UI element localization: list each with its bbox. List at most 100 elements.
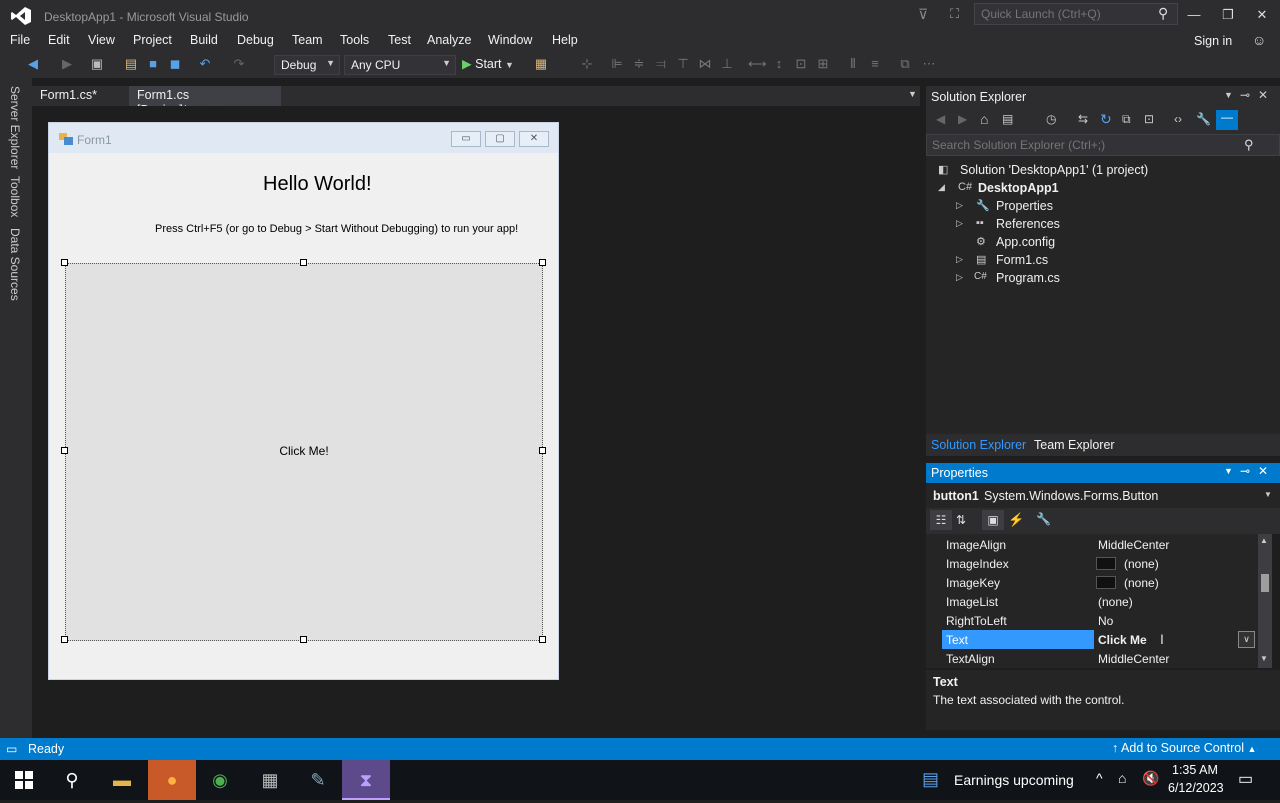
size-to-grid-icon[interactable]: ⊡ [792,56,810,72]
clock-date[interactable]: 6/12/2023 [1168,781,1224,795]
align-lefts-icon[interactable]: ⊫ [608,56,626,72]
menu-test[interactable]: Test [388,33,411,47]
dropdown-button[interactable]: ∨ [1238,631,1255,648]
firefox-icon[interactable]: ● [148,760,196,800]
notifications-icon[interactable]: ▭ [1238,769,1253,789]
tree-item-form1-cs[interactable]: ▷ ▤ Form1.cs [926,251,1280,269]
open-file-icon[interactable]: ▤ [122,56,140,72]
property-grid-scrollbar[interactable]: ▲ ▼ [1258,534,1272,668]
property-row-imageindex[interactable]: ImageIndex (none) [926,554,1260,573]
chrome-icon[interactable]: ◉ [196,760,244,800]
tab-team-explorer[interactable]: Team Explorer [1034,438,1115,452]
property-value-editor[interactable]: Click Me [1098,633,1147,647]
clock-time[interactable]: 1:35 AM [1172,763,1218,777]
alphabetical-icon[interactable]: ⇅ [956,513,966,527]
menu-analyze[interactable]: Analyze [427,33,471,47]
align-tops-icon[interactable]: ⊤ [674,56,692,72]
resize-handle-bottom-left[interactable] [61,636,68,643]
menu-help[interactable]: Help [552,33,578,47]
data-sources-tab[interactable]: Data Sources [8,228,22,301]
restore-button[interactable]: ❐ [1214,4,1242,26]
navigate-forward-icon[interactable]: ▶ [58,56,76,72]
window-menu-icon[interactable]: ▼ [1224,90,1233,100]
expand-arrow-icon[interactable]: ▷ [956,218,963,229]
toolbox-tab[interactable]: Toolbox [8,176,22,217]
server-explorer-tab[interactable]: Server Explorer [8,86,22,169]
menu-edit[interactable]: Edit [48,33,70,47]
align-bottoms-icon[interactable]: ⊥ [718,56,736,72]
menu-debug[interactable]: Debug [237,33,274,47]
volume-icon[interactable]: 🔇 [1142,770,1159,787]
add-to-source-control-button[interactable]: ↑ Add to Source Control ▲ [1112,741,1256,755]
resize-handle-bottom[interactable] [300,636,307,643]
close-button[interactable]: ✕ [1248,4,1276,26]
tab-overflow-icon[interactable]: ▼ [908,89,917,99]
visual-studio-taskbar-icon[interactable]: ⧗ [342,760,390,800]
redo-icon[interactable]: ↷ [230,56,248,72]
start-debugging-button[interactable]: ▶ Start ▼ [462,56,514,71]
window-menu-icon[interactable]: ▼ [1224,466,1233,476]
scroll-down-icon[interactable]: ▼ [1260,654,1268,663]
align-centers-icon[interactable]: ≑ [630,56,648,72]
collapse-arrow-icon[interactable]: ◢ [938,182,945,193]
view-code-icon[interactable]: ‹› [1174,112,1182,126]
property-row-imagekey[interactable]: ImageKey (none) [926,573,1260,592]
toolbar-options-icon[interactable]: ⋯ [920,56,938,72]
paint-icon[interactable]: ✎ [294,760,342,800]
property-row-righttoleft[interactable]: RightToLeft No [926,611,1260,630]
home-icon[interactable]: ⌂ [980,111,988,127]
tree-item-references[interactable]: ▷ ▪▪ References [926,215,1280,233]
refresh-icon[interactable]: ↻ [1100,111,1112,128]
pin-icon[interactable]: ⊸ [1240,464,1250,478]
tray-overflow-icon[interactable]: ^ [1096,770,1103,786]
run-hint-label[interactable]: Press Ctrl+F5 (or go to Debug > Start Wi… [155,223,518,235]
close-icon[interactable]: ✕ [1258,464,1268,478]
tree-project[interactable]: ◢ C# DesktopApp1 [926,179,1280,197]
menu-view[interactable]: View [88,33,115,47]
resize-handle-left[interactable] [61,447,68,454]
menu-file[interactable]: File [10,33,30,47]
categorized-icon[interactable]: ☷ [930,510,952,530]
switch-views-icon[interactable]: ▤ [1002,112,1013,126]
pending-changes-filter-icon[interactable]: ◷ [1046,112,1056,126]
start-button[interactable] [0,760,48,800]
menu-tools[interactable]: Tools [340,33,369,47]
horizontal-spacing-icon[interactable]: ⫴ [844,56,862,72]
network-icon[interactable]: ⌂ [1118,770,1126,786]
vertical-spacing-icon[interactable]: ≡ [866,56,884,71]
account-icon[interactable]: ☺ [1252,32,1266,48]
properties-object-selector[interactable]: button1 System.Windows.Forms.Button ▼ [926,484,1280,508]
quick-launch-input[interactable] [974,3,1178,25]
back-icon[interactable]: ◀ [936,112,945,126]
tree-item-app-config[interactable]: ⚙ App.config [926,233,1280,251]
scroll-thumb[interactable] [1261,574,1269,592]
property-row-textalign[interactable]: TextAlign MiddleCenter [926,649,1260,668]
new-project-icon[interactable]: ▣ [88,56,106,72]
resize-handle-top[interactable] [300,259,307,266]
app-installer-icon[interactable]: ▦ [246,760,294,800]
undo-icon[interactable]: ↶ [196,56,214,72]
close-icon[interactable]: ✕ [1258,88,1268,102]
properties-view-icon[interactable]: ▣ [982,510,1004,530]
menu-build[interactable]: Build [190,33,218,47]
property-row-imagelist[interactable]: ImageList (none) [926,592,1260,611]
resize-handle-top-left[interactable] [61,259,68,266]
align-middles-icon[interactable]: ⋈ [696,56,714,72]
menu-window[interactable]: Window [488,33,532,47]
sync-with-document-icon[interactable]: ⇆ [1078,112,1088,126]
make-same-size-icon[interactable]: ⊞ [814,56,832,72]
bring-to-front-icon[interactable]: ⧉ [896,56,914,72]
notification-filter-icon[interactable]: ⊽ [918,6,928,23]
tab-solution-explorer[interactable]: Solution Explorer [931,438,1026,452]
make-same-width-icon[interactable]: ⟷ [748,56,767,72]
scroll-up-icon[interactable]: ▲ [1260,536,1268,545]
button1-control[interactable]: Click Me! [65,263,543,641]
pin-icon[interactable]: ⊸ [1240,88,1250,102]
solution-platform-select[interactable]: Any CPU ▼ [344,55,456,75]
tab-form1-design[interactable]: Form1.cs [Design]*⊸✕ [129,86,281,117]
tree-solution[interactable]: ◧ Solution 'DesktopApp1' (1 project) [926,161,1280,179]
resize-handle-top-right[interactable] [539,259,546,266]
menu-team[interactable]: Team [292,33,323,47]
navigate-back-icon[interactable]: ◀ [24,56,42,72]
solution-explorer-search[interactable] [926,134,1280,156]
